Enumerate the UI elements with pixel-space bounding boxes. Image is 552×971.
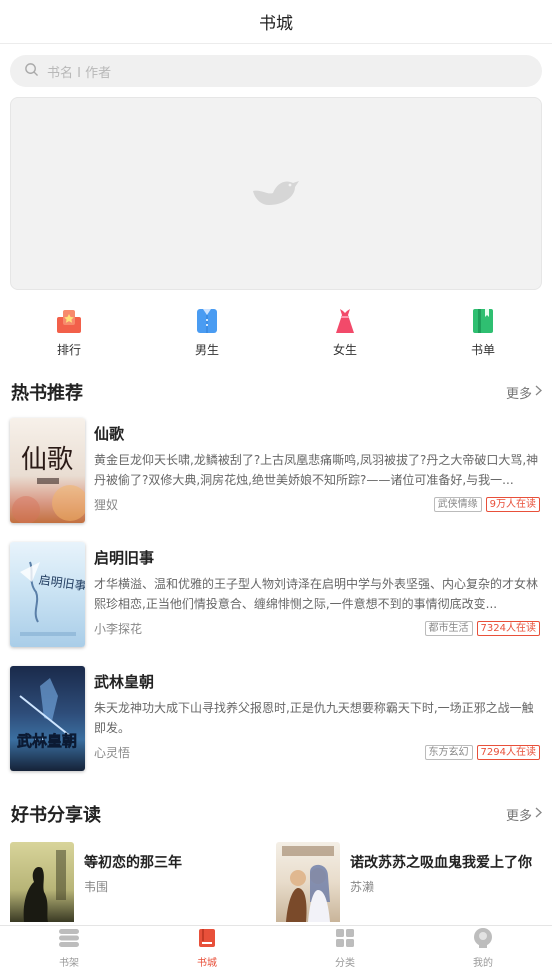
top-bar: 书城 xyxy=(0,0,552,44)
book-cover: 启明旧事 xyxy=(10,542,85,647)
book-item[interactable]: 启明旧事 启明旧事 才华横溢、温和优雅的王子型人物刘诗泽在启明中学与外表坚强、内… xyxy=(0,536,552,660)
book-cover xyxy=(10,842,74,922)
genre-tag: 都市生活 xyxy=(424,621,473,636)
book-title: 武林皇朝 xyxy=(94,673,155,691)
tab-label: 书城 xyxy=(197,958,217,969)
book-description: 黄金巨龙仰天长啸,龙鳞被刮了?上古凤凰悲痛嘶鸣,凤羽被拔了?丹之大帝破口大骂,神… xyxy=(94,453,539,487)
book-cover: 武林皇朝 xyxy=(10,666,85,771)
category-female[interactable]: 女生 xyxy=(276,296,414,368)
book-author: 韦围 xyxy=(84,880,109,894)
chevron-right-icon xyxy=(535,807,542,822)
book-description: 朱天龙神功大成下山寻找养父报恩时,正是仇九天想要称霸天下时,一场正邪之战一触即发… xyxy=(94,701,534,735)
genre-tag: 武侠情缘 xyxy=(433,497,482,512)
page-title: 书城 xyxy=(259,14,293,34)
more-link[interactable]: 更多 xyxy=(506,383,542,402)
category-label: 男生 xyxy=(194,342,219,357)
search-bar[interactable]: 书名 I 作者 xyxy=(10,55,542,87)
book-author: 苏濑 xyxy=(350,880,375,894)
shirt-icon xyxy=(193,307,221,335)
banner-placeholder[interactable] xyxy=(10,97,542,290)
tab-label: 我的 xyxy=(473,958,493,969)
book-title: 启明旧事 xyxy=(94,549,155,567)
book-description: 才华横溢、温和优雅的王子型人物刘诗泽在启明中学与外表坚强、内心复杂的才女林熙珍相… xyxy=(94,577,539,611)
bottom-tab-bar: 书架 书城 分类 我的 xyxy=(0,925,552,971)
more-link[interactable]: 更多 xyxy=(506,805,542,824)
book-title: 诺改苏苏之吸血鬼我爱上了你 xyxy=(350,855,532,871)
tab-bookshelf[interactable]: 书架 xyxy=(0,926,138,971)
more-label: 更多 xyxy=(505,808,532,824)
book-author: 心灵悟 xyxy=(94,746,131,760)
more-label: 更多 xyxy=(505,386,532,402)
book-author: 小李探花 xyxy=(94,622,143,636)
share-book-item[interactable]: 等初恋的那三年 韦围 xyxy=(10,842,276,922)
dress-icon xyxy=(331,307,359,335)
category-booklist[interactable]: 书单 xyxy=(414,296,552,368)
bookstore-icon xyxy=(197,928,217,952)
category-male[interactable]: 男生 xyxy=(138,296,276,368)
category-label: 排行 xyxy=(56,342,81,357)
tab-label: 书架 xyxy=(59,958,79,969)
hot-section-header: 热书推荐 更多 xyxy=(0,372,552,412)
share-list: 等初恋的那三年 韦围 诺改苏苏之吸血鬼我爱上了你 苏濑 xyxy=(0,842,552,922)
category-label: 书单 xyxy=(470,342,495,357)
category-label: 女生 xyxy=(332,342,357,357)
bookshelf-icon xyxy=(58,928,80,952)
tab-bookstore[interactable]: 书城 xyxy=(138,926,276,971)
cover-title: 启明旧事 xyxy=(38,573,85,594)
category-icon xyxy=(335,928,355,952)
section-title: 好书分享读 xyxy=(11,805,101,826)
tab-profile[interactable]: 我的 xyxy=(414,926,552,971)
book-item[interactable]: 武林皇朝 武林皇朝 朱天龙神功大成下山寻找养父报恩时,正是仇九天想要称霸天下时,… xyxy=(0,660,552,784)
readers-badge: 7294人在读 xyxy=(476,745,540,760)
profile-icon xyxy=(473,928,493,952)
chevron-right-icon xyxy=(535,385,542,400)
book-title: 等初恋的那三年 xyxy=(84,855,182,871)
readers-badge: 7324人在读 xyxy=(476,621,540,636)
book-cover xyxy=(276,842,340,922)
book-title: 仙歌 xyxy=(94,425,125,443)
bird-logo-icon xyxy=(251,175,301,213)
book-cover: 仙歌 xyxy=(10,418,85,523)
tab-label: 分类 xyxy=(335,958,355,969)
cover-title: 武林皇朝 xyxy=(17,732,77,750)
tab-category[interactable]: 分类 xyxy=(276,926,414,971)
booklist-icon xyxy=(469,307,497,335)
ranking-icon xyxy=(55,307,83,335)
search-icon xyxy=(24,62,39,81)
book-item[interactable]: 仙歌 仙歌 黄金巨龙仰天长啸,龙鳞被刮了?上古凤凰悲痛嘶鸣,凤羽被拔了?丹之大帝… xyxy=(0,412,552,536)
cover-title: 仙歌 xyxy=(21,445,73,475)
book-author: 狸奴 xyxy=(94,498,119,512)
category-ranking[interactable]: 排行 xyxy=(0,296,138,368)
section-title: 热书推荐 xyxy=(11,383,83,404)
category-nav: 排行 男生 女生 书单 xyxy=(0,296,552,368)
share-book-item[interactable]: 诺改苏苏之吸血鬼我爱上了你 苏濑 xyxy=(276,842,542,922)
search-placeholder[interactable]: 书名 I 作者 xyxy=(47,62,111,81)
share-section-header: 好书分享读 更多 xyxy=(0,794,552,834)
genre-tag: 东方玄幻 xyxy=(424,745,473,760)
readers-badge: 9万人在读 xyxy=(485,497,540,512)
